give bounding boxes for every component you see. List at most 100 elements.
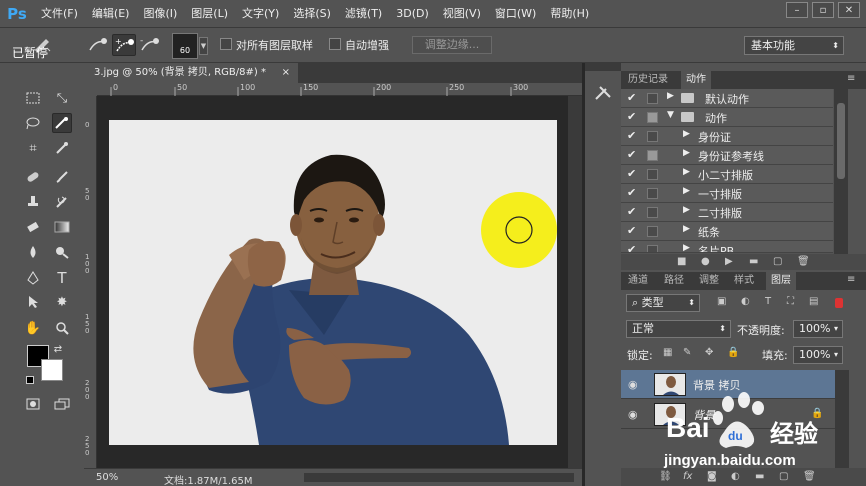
marquee-tool-icon[interactable]: [23, 88, 43, 108]
dialog-toggle[interactable]: [647, 150, 658, 161]
play-icon[interactable]: ▶: [725, 256, 733, 267]
close-tab-icon[interactable]: ×: [282, 63, 290, 83]
panel-menu-icon[interactable]: ≡: [847, 274, 855, 285]
check-icon[interactable]: ✔: [627, 224, 636, 237]
dialog-toggle[interactable]: [647, 207, 658, 218]
menu-image[interactable]: 图像(I): [136, 0, 184, 27]
screen-mode-icon[interactable]: [52, 394, 72, 414]
new-selection-brush-icon[interactable]: [86, 34, 110, 56]
default-colors-icon[interactable]: [26, 376, 34, 384]
check-icon[interactable]: ✔: [627, 186, 636, 199]
eyedropper-tool-icon[interactable]: [52, 138, 72, 158]
check-icon[interactable]: ✔: [627, 110, 636, 123]
expand-arrow-icon[interactable]: ▶: [667, 91, 674, 101]
menu-file[interactable]: 文件(F): [34, 0, 85, 27]
action-item[interactable]: ✔ ▶ 身份证参考线: [621, 146, 833, 165]
menu-edit[interactable]: 编辑(E): [85, 0, 137, 27]
collapse-arrow-icon[interactable]: ▼: [667, 110, 674, 120]
check-icon[interactable]: ✔: [627, 148, 636, 161]
blur-tool-icon[interactable]: [23, 242, 43, 262]
history-brush-tool-icon[interactable]: [52, 192, 72, 212]
menu-window[interactable]: 窗口(W): [488, 0, 543, 27]
layer-filter-dropdown[interactable]: ⌕ 类型 ⬍: [626, 294, 700, 312]
path-selection-tool-icon[interactable]: [23, 292, 43, 312]
expand-arrow-icon[interactable]: ▶: [683, 205, 690, 215]
action-item[interactable]: ✔ ▶ 一寸排版: [621, 184, 833, 203]
horizontal-ruler[interactable]: 0 50 100 150 200 250 300: [97, 83, 582, 96]
lock-transparent-icon[interactable]: ▦: [663, 347, 672, 358]
dialog-toggle[interactable]: [647, 226, 658, 237]
menu-help[interactable]: 帮助(H): [543, 0, 596, 27]
document-image[interactable]: [109, 120, 557, 445]
action-item[interactable]: ✔ ▶ 小二寸排版: [621, 165, 833, 184]
expand-arrow-icon[interactable]: ▶: [683, 148, 690, 158]
brush-size-dropdown[interactable]: ▼: [199, 37, 208, 55]
subtract-selection-brush-icon[interactable]: -: [138, 34, 162, 56]
layer-style-icon[interactable]: fx: [683, 471, 692, 482]
brush-size-picker[interactable]: 60: [172, 33, 198, 59]
new-layer-icon[interactable]: ▢: [779, 471, 788, 482]
tool-presets-panel-icon[interactable]: [593, 83, 613, 103]
type-tool-icon[interactable]: T: [52, 268, 72, 288]
dialog-toggle[interactable]: [647, 169, 658, 180]
check-icon[interactable]: ✔: [627, 129, 636, 142]
new-set-icon[interactable]: ▬: [749, 256, 758, 267]
opacity-input[interactable]: 100% ▾: [793, 320, 843, 338]
zoom-level[interactable]: 50%: [96, 472, 118, 483]
menu-filter[interactable]: 滤镜(T): [338, 0, 389, 27]
filter-type-icon[interactable]: T: [765, 296, 771, 307]
lock-position-icon[interactable]: ✥: [705, 347, 713, 358]
check-icon[interactable]: ✔: [627, 91, 636, 104]
add-to-selection-brush-icon[interactable]: +: [112, 34, 136, 56]
visibility-eye-icon[interactable]: ◉: [628, 408, 638, 421]
brush-tool-icon[interactable]: [52, 167, 72, 187]
tab-layers[interactable]: 图层: [766, 272, 796, 290]
filter-shape-icon[interactable]: ⛶: [787, 296, 794, 307]
lasso-tool-icon[interactable]: [23, 113, 43, 133]
panel-menu-icon[interactable]: ≡: [847, 73, 855, 84]
dialog-toggle[interactable]: [647, 112, 658, 123]
menu-3d[interactable]: 3D(D): [389, 0, 436, 27]
menu-view[interactable]: 视图(V): [436, 0, 488, 27]
layer-name[interactable]: 背景: [693, 407, 715, 423]
tab-adjustments[interactable]: 调整: [694, 272, 724, 290]
zoom-tool-icon[interactable]: [52, 318, 72, 338]
swap-colors-icon[interactable]: ⇄: [52, 343, 64, 355]
action-set-default[interactable]: ✔ ▶ 默认动作: [621, 89, 833, 108]
filter-adjustment-icon[interactable]: ◐: [741, 296, 750, 307]
refine-edge-button[interactable]: 调整边缘...: [412, 36, 492, 54]
tab-paths[interactable]: 路径: [659, 272, 689, 290]
dialog-toggle[interactable]: [647, 245, 658, 252]
clone-stamp-tool-icon[interactable]: [23, 192, 43, 212]
new-group-icon[interactable]: ▬: [755, 471, 764, 482]
document-tab[interactable]: 3.jpg @ 50% (背景 拷贝, RGB/8#) * ×: [84, 63, 298, 83]
menu-type[interactable]: 文字(Y): [235, 0, 286, 27]
tab-history[interactable]: 历史记录: [623, 71, 673, 89]
lock-image-icon[interactable]: ✎: [683, 347, 691, 358]
blend-mode-dropdown[interactable]: 正常 ⬍: [626, 320, 731, 338]
custom-shape-tool-icon[interactable]: ✸: [52, 292, 72, 312]
tab-actions[interactable]: 动作: [681, 71, 711, 89]
minimize-button[interactable]: –: [786, 2, 808, 18]
expand-arrow-icon[interactable]: ▶: [683, 129, 690, 139]
quick-selection-tool-icon[interactable]: [52, 113, 72, 133]
auto-enhance-checkbox[interactable]: [329, 38, 341, 50]
tab-styles[interactable]: 样式: [729, 272, 759, 290]
layers-scrollbar[interactable]: [835, 370, 849, 470]
pen-tool-icon[interactable]: [23, 268, 43, 288]
horizontal-scrollbar[interactable]: [304, 473, 574, 482]
actions-scroll-thumb[interactable]: [837, 103, 845, 179]
expand-arrow-icon[interactable]: ▶: [683, 167, 690, 177]
add-mask-icon[interactable]: ◙: [707, 471, 717, 482]
action-item[interactable]: ✔ ▶ 纸条: [621, 222, 833, 241]
workspace-dropdown[interactable]: 基本功能 ⬍: [744, 36, 844, 55]
new-action-icon[interactable]: ▢: [773, 256, 782, 267]
delete-layer-icon[interactable]: 🗑: [803, 471, 816, 482]
check-icon[interactable]: ✔: [627, 205, 636, 218]
stop-icon[interactable]: ■: [677, 256, 686, 267]
dialog-toggle[interactable]: [647, 93, 658, 104]
check-icon[interactable]: ✔: [627, 167, 636, 180]
tab-channels[interactable]: 通道: [623, 272, 653, 290]
expand-arrow-icon[interactable]: ▶: [683, 243, 690, 252]
menu-select[interactable]: 选择(S): [286, 0, 338, 27]
